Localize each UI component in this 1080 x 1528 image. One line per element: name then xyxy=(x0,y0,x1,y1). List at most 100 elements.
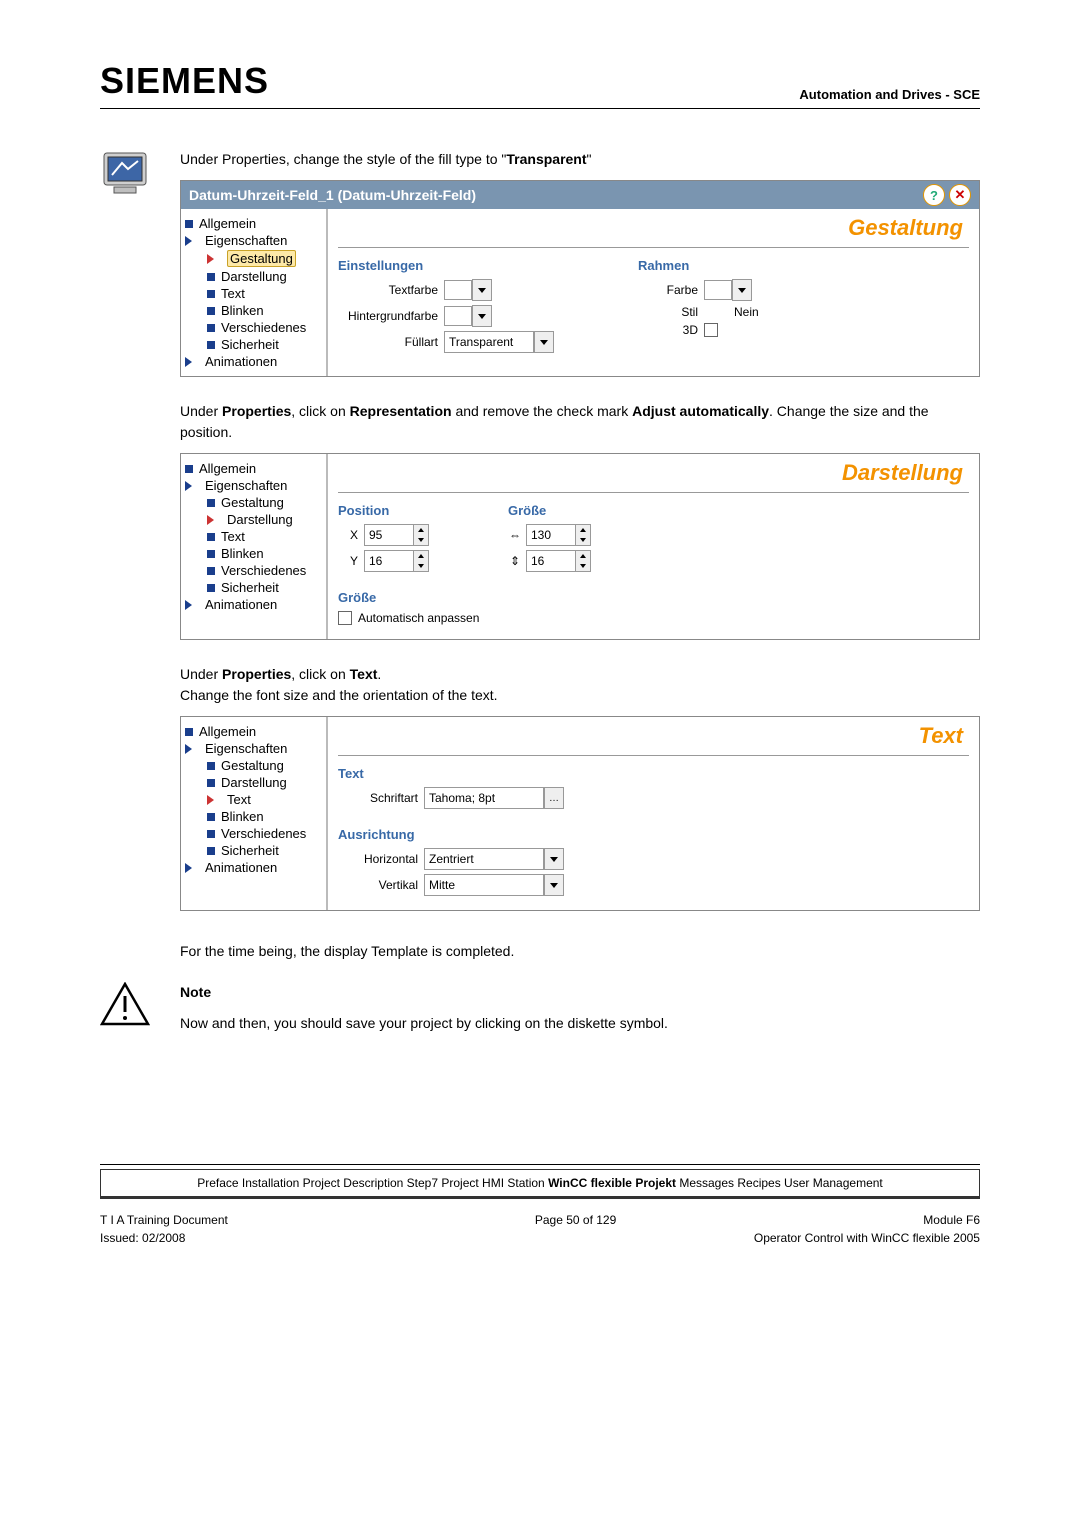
spin-down-w[interactable] xyxy=(576,535,590,545)
tree-item-verschiedenes[interactable]: Verschiedenes xyxy=(181,825,326,842)
tree-label: Eigenschaften xyxy=(205,741,287,756)
tree-item-allgemein[interactable]: Allgemein xyxy=(181,460,326,477)
tree-label: Text xyxy=(221,286,245,301)
tree-item-allgemein[interactable]: Allgemein xyxy=(181,723,326,740)
t: Properties xyxy=(222,403,291,419)
stil-value: Nein xyxy=(734,305,759,319)
tree-label: Darstellung xyxy=(221,775,287,790)
input-x[interactable] xyxy=(364,524,414,546)
help-icon[interactable]: ? xyxy=(923,184,945,206)
bordercolor-dropdown[interactable] xyxy=(732,279,752,301)
tree-item-verschiedenes[interactable]: Verschiedenes xyxy=(181,562,326,579)
tree-label: Eigenschaften xyxy=(205,478,287,493)
tree-item-gestaltung[interactable]: Gestaltung xyxy=(181,494,326,511)
breadcrumb-pre: Preface Installation Project Description… xyxy=(197,1176,548,1190)
label-hintergrund: Hintergrundfarbe xyxy=(338,309,438,323)
tree-label: Allgemein xyxy=(199,216,256,231)
spin-down-x[interactable] xyxy=(414,535,428,545)
tree-label: Text xyxy=(227,792,251,807)
tree-item-allgemein[interactable]: Allgemein xyxy=(181,215,326,232)
t: Adjust automatically xyxy=(632,403,769,419)
spin-up-y[interactable] xyxy=(414,551,428,561)
checkbox-auto-adjust[interactable] xyxy=(338,611,352,625)
section-ausrichtung: Ausrichtung xyxy=(338,823,618,842)
select-horizontal[interactable] xyxy=(424,848,544,870)
tree-item-sicherheit[interactable]: Sicherheit xyxy=(181,842,326,859)
tree-label: Allgemein xyxy=(199,724,256,739)
tree-item-verschiedenes[interactable]: Verschiedenes xyxy=(181,319,326,336)
tree-label: Sicherheit xyxy=(221,337,279,352)
section-text: Text xyxy=(338,762,618,781)
t: Representation xyxy=(350,403,452,419)
tree-item-eigenschaften[interactable]: Eigenschaften xyxy=(181,477,326,494)
fuellart-select[interactable] xyxy=(444,331,534,353)
input-width[interactable] xyxy=(526,524,576,546)
label-textfarbe: Textfarbe xyxy=(338,283,438,297)
tree-item-gestaltung[interactable]: Gestaltung xyxy=(181,757,326,774)
bordercolor-swatch[interactable] xyxy=(704,280,732,300)
font-browse-button[interactable]: … xyxy=(544,787,564,809)
tree-item-darstellung[interactable]: Darstellung xyxy=(181,511,326,528)
tree-label: Gestaltung xyxy=(227,250,296,267)
tree-item-text[interactable]: Text xyxy=(181,791,326,808)
select-vertikal[interactable] xyxy=(424,874,544,896)
tree-item-blinken[interactable]: Blinken xyxy=(181,302,326,319)
bgcolor-dropdown[interactable] xyxy=(472,305,492,327)
label-auto-adjust: Automatisch anpassen xyxy=(358,611,479,625)
label-3d: 3D xyxy=(638,323,698,337)
label-stil: Stil xyxy=(638,305,698,319)
breadcrumb-post: Messages Recipes User Management xyxy=(676,1176,883,1190)
tree-item-darstellung[interactable]: Darstellung xyxy=(181,774,326,791)
spin-up-h[interactable] xyxy=(576,551,590,561)
tree-item-blinken[interactable]: Blinken xyxy=(181,808,326,825)
fuellart-dropdown[interactable] xyxy=(534,331,554,353)
input-height[interactable] xyxy=(526,550,576,572)
tree-item-darstellung[interactable]: Darstellung xyxy=(181,268,326,285)
intro-paragraph-2: Under Properties, click on Representatio… xyxy=(180,401,980,443)
tree-item-animationen[interactable]: Animationen xyxy=(181,596,326,613)
bgcolor-swatch[interactable] xyxy=(444,306,472,326)
footer-right-1: Module F6 xyxy=(923,1213,980,1227)
spin-down-h[interactable] xyxy=(576,561,590,571)
footer-right-2: Operator Control with WinCC flexible 200… xyxy=(754,1231,980,1245)
label-horizontal: Horizontal xyxy=(338,852,418,866)
textcolor-dropdown[interactable] xyxy=(472,279,492,301)
tree-item-blinken[interactable]: Blinken xyxy=(181,545,326,562)
intro1-text-c: " xyxy=(587,151,592,167)
tree-item-animationen[interactable]: Animationen xyxy=(181,353,326,370)
note-body: Now and then, you should save your proje… xyxy=(180,1013,980,1034)
t: and remove the check mark xyxy=(452,403,633,419)
tree-item-eigenschaften[interactable]: Eigenschaften xyxy=(181,740,326,757)
textcolor-swatch[interactable] xyxy=(444,280,472,300)
input-y[interactable] xyxy=(364,550,414,572)
tree-item-eigenschaften[interactable]: Eigenschaften xyxy=(181,232,326,249)
tree-label: Animationen xyxy=(205,597,277,612)
checkbox-3d[interactable] xyxy=(704,323,718,337)
warning-icon xyxy=(100,982,180,1029)
tree-item-animationen[interactable]: Animationen xyxy=(181,859,326,876)
breadcrumb-active: WinCC flexible Projekt xyxy=(548,1176,676,1190)
t: Text xyxy=(350,666,378,682)
vertikal-dropdown[interactable] xyxy=(544,874,564,896)
header-subtitle: Automation and Drives - SCE xyxy=(799,87,980,102)
spin-down-y[interactable] xyxy=(414,561,428,571)
pane3-title: Text xyxy=(338,721,969,756)
horizontal-dropdown[interactable] xyxy=(544,848,564,870)
tree-item-sicherheit[interactable]: Sicherheit xyxy=(181,336,326,353)
tree-item-text[interactable]: Text xyxy=(181,285,326,302)
tree-label: Gestaltung xyxy=(221,495,284,510)
intro-paragraph-1: Under Properties, change the style of th… xyxy=(180,149,980,170)
tree-item-sicherheit[interactable]: Sicherheit xyxy=(181,579,326,596)
close-icon[interactable]: ✕ xyxy=(949,184,971,206)
input-schriftart[interactable] xyxy=(424,787,544,809)
tree-label: Verschiedenes xyxy=(221,563,306,578)
spin-up-x[interactable] xyxy=(414,525,428,535)
tree-label: Sicherheit xyxy=(221,843,279,858)
spin-up-w[interactable] xyxy=(576,525,590,535)
intro-paragraph-3: Under Properties, click on Text. Change … xyxy=(180,664,980,706)
breadcrumb: Preface Installation Project Description… xyxy=(100,1169,980,1199)
tree-item-text[interactable]: Text xyxy=(181,528,326,545)
tree-label: Darstellung xyxy=(221,269,287,284)
section-groesse: Größe xyxy=(508,499,668,518)
tree-item-gestaltung[interactable]: Gestaltung xyxy=(181,249,326,268)
